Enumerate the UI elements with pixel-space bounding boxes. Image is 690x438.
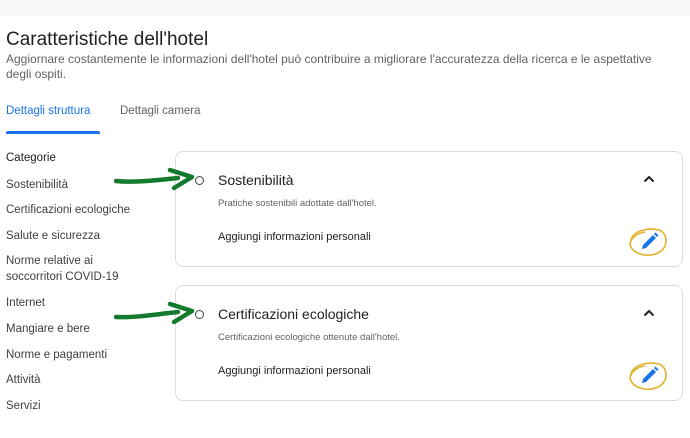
edit-button[interactable] (625, 224, 669, 258)
section-title: Certificazioni ecologiche (218, 306, 369, 322)
pencil-icon (642, 366, 659, 383)
sidebar-item-servizi[interactable]: Servizi (6, 398, 41, 414)
sidebar-item-sostenibilita[interactable]: Sostenibilità (6, 177, 68, 193)
sidebar-item-norme-pagamenti[interactable]: Norme e pagamenti (6, 347, 107, 363)
green-arrow-icon (114, 301, 195, 325)
section-description: Pratiche sostenibili adottate dall'hotel… (218, 198, 377, 209)
section-card-certificazioni: Certificazioni ecologiche Certificazioni… (175, 285, 683, 401)
radio-circle-icon (195, 310, 204, 319)
categories-heading: Categorie (6, 152, 56, 164)
tab-dettagli-camera[interactable]: Dettagli camera (120, 105, 201, 117)
tab-dettagli-struttura[interactable]: Dettagli struttura (6, 105, 90, 117)
green-arrow-icon (114, 167, 195, 191)
sidebar-item-certificazioni-ecologiche[interactable]: Certificazioni ecologiche (6, 202, 130, 218)
section-card-sostenibilita: Sostenibilità Pratiche sostenibili adott… (175, 151, 683, 267)
edit-button[interactable] (625, 358, 669, 392)
chevron-up-icon[interactable] (643, 174, 655, 184)
chevron-up-icon[interactable] (643, 308, 655, 318)
add-info-link[interactable]: Aggiungi informazioni personali (218, 231, 371, 243)
active-tab-indicator (6, 131, 100, 134)
sidebar-item-attivita[interactable]: Attività (6, 372, 41, 388)
page-title: Caratteristiche dell'hotel (6, 29, 209, 50)
add-info-link[interactable]: Aggiungi informazioni personali (218, 365, 371, 377)
sidebar-item-internet[interactable]: Internet (6, 295, 45, 311)
section-description: Certificazioni ecologiche ottenute dall'… (218, 332, 400, 343)
pencil-icon (642, 232, 659, 249)
sidebar-item-mangiare-bere[interactable]: Mangiare e bere (6, 321, 90, 337)
sidebar-item-norme-covid[interactable]: Norme relative ai soccorritori COVID-19 (6, 253, 136, 285)
sidebar-item-salute-sicurezza[interactable]: Salute e sicurezza (6, 228, 100, 244)
page-subtitle: Aggiornare costantemente le informazioni… (6, 52, 652, 81)
radio-circle-icon (195, 176, 204, 185)
section-title: Sostenibilità (218, 172, 294, 188)
